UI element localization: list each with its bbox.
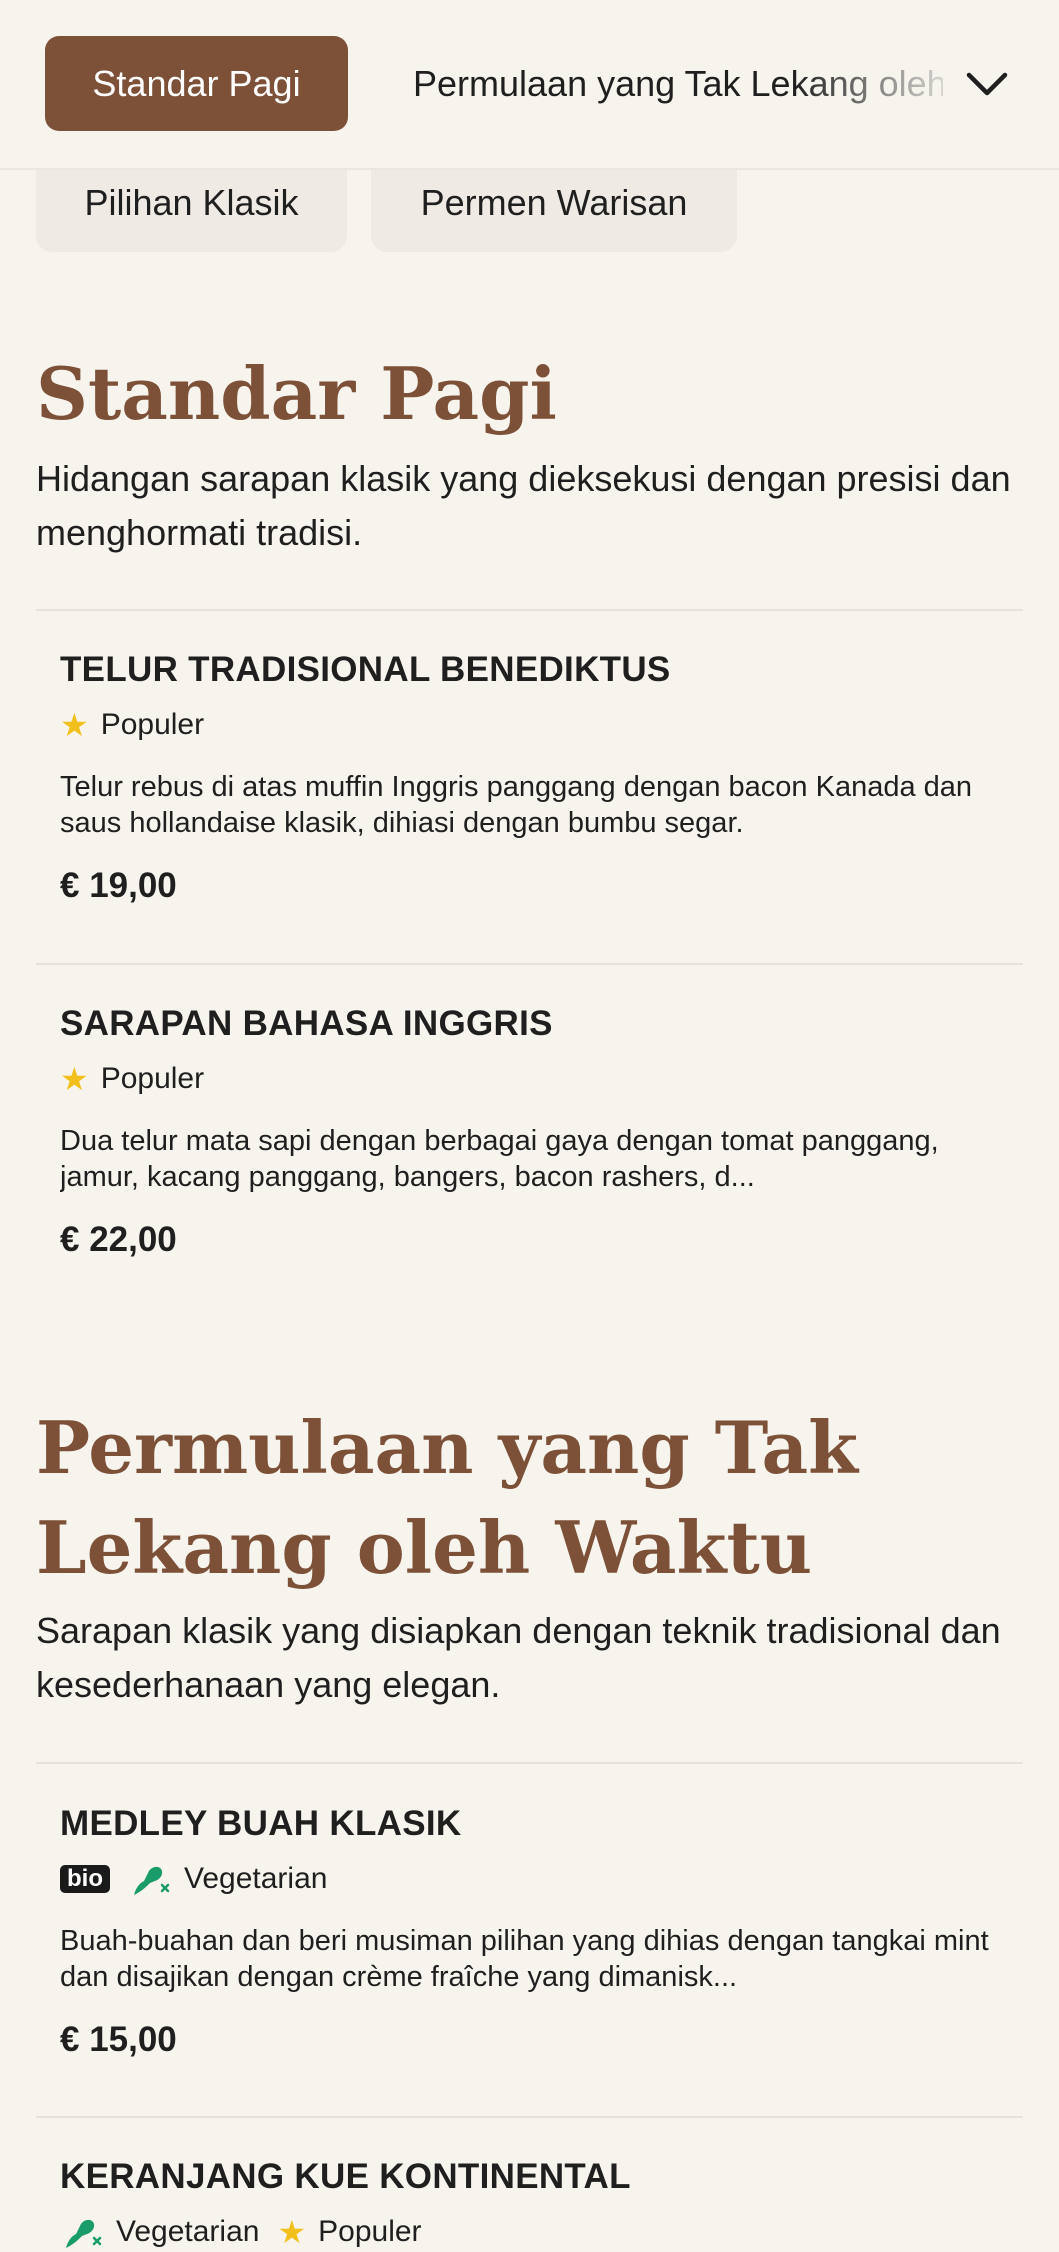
nav-tab-next[interactable]: Permulaan yang Tak Lekang oleh Waktu — [413, 56, 943, 112]
tag-popular: ★ Populer — [277, 2215, 421, 2249]
menu-item[interactable]: TELUR TRADISIONAL BENEDIKTUS ★ Populer T… — [60, 645, 1010, 911]
chevron-down-icon[interactable] — [962, 60, 1012, 110]
item-tags: bio Vegetarian — [60, 1859, 1010, 1899]
section-title: Standar Pagi — [36, 351, 557, 436]
menu-item[interactable]: KERANJANG KUE KONTINENTAL Vegetarian ★ P… — [60, 2152, 1010, 2252]
tag-label: Vegetarian — [184, 1862, 328, 1895]
item-divider — [36, 2116, 1023, 2118]
vegetarian-icon — [66, 2219, 102, 2248]
item-price: € 15,00 — [60, 2020, 177, 2059]
item-name: KERANJANG KUE KONTINENTAL — [60, 2157, 631, 2196]
item-description: Dua telur mata sapi dengan berbagai gaya… — [60, 1125, 939, 1193]
section-description: Sarapan klasik yang disiapkan dengan tek… — [36, 1610, 1001, 1705]
star-icon: ★ — [277, 2214, 307, 2250]
tag-vegetarian: Vegetarian — [60, 2212, 259, 2252]
item-price: € 19,00 — [60, 866, 177, 905]
bio-badge-icon: bio — [60, 1865, 110, 1893]
item-tags: ★ Populer — [60, 1059, 1010, 1099]
item-divider — [36, 1762, 1023, 1764]
item-tags: Vegetarian ★ Populer — [60, 2212, 1010, 2252]
tag-vegetarian: Vegetarian — [128, 1859, 327, 1899]
nav-tab-active[interactable]: Standar Pagi — [45, 36, 348, 131]
tag-label: Populer — [318, 2215, 422, 2248]
item-name: SARAPAN BAHASA INGGRIS — [60, 1004, 553, 1043]
tag-label: Populer — [100, 708, 205, 741]
tag-label: Vegetarian — [116, 2215, 260, 2248]
section-title: Permulaan yang Tak Lekang oleh Waktu — [36, 1405, 859, 1590]
item-tags: ★ Populer — [60, 705, 1010, 745]
menu-item[interactable]: SARAPAN BAHASA INGGRIS ★ Populer Dua tel… — [60, 999, 1010, 1265]
item-description: Buah-buahan dan beri musiman pilihan yan… — [60, 1925, 989, 1993]
vegetarian-icon — [134, 1866, 170, 1895]
item-divider — [36, 963, 1023, 965]
item-price: € 22,00 — [60, 1220, 177, 1259]
menu-item[interactable]: MEDLEY BUAH KLASIK bio Vegetarian Buah-b… — [60, 1799, 1010, 2065]
tag-popular: ★ Populer — [60, 708, 204, 742]
star-icon: ★ — [60, 707, 89, 743]
category-nav: Standar Pagi Permulaan yang Tak Lekang o… — [0, 0, 1059, 170]
tag-popular: ★ Populer — [60, 1062, 204, 1096]
tag-label: Populer — [100, 1062, 205, 1095]
item-name: MEDLEY BUAH KLASIK — [60, 1804, 462, 1843]
star-icon: ★ — [60, 1061, 89, 1097]
item-divider — [36, 609, 1023, 611]
item-name: TELUR TRADISIONAL BENEDIKTUS — [60, 650, 671, 689]
section-description: Hidangan sarapan klasik yang dieksekusi … — [36, 458, 1011, 553]
item-description: Telur rebus di atas muffin Inggris pangg… — [60, 771, 973, 839]
